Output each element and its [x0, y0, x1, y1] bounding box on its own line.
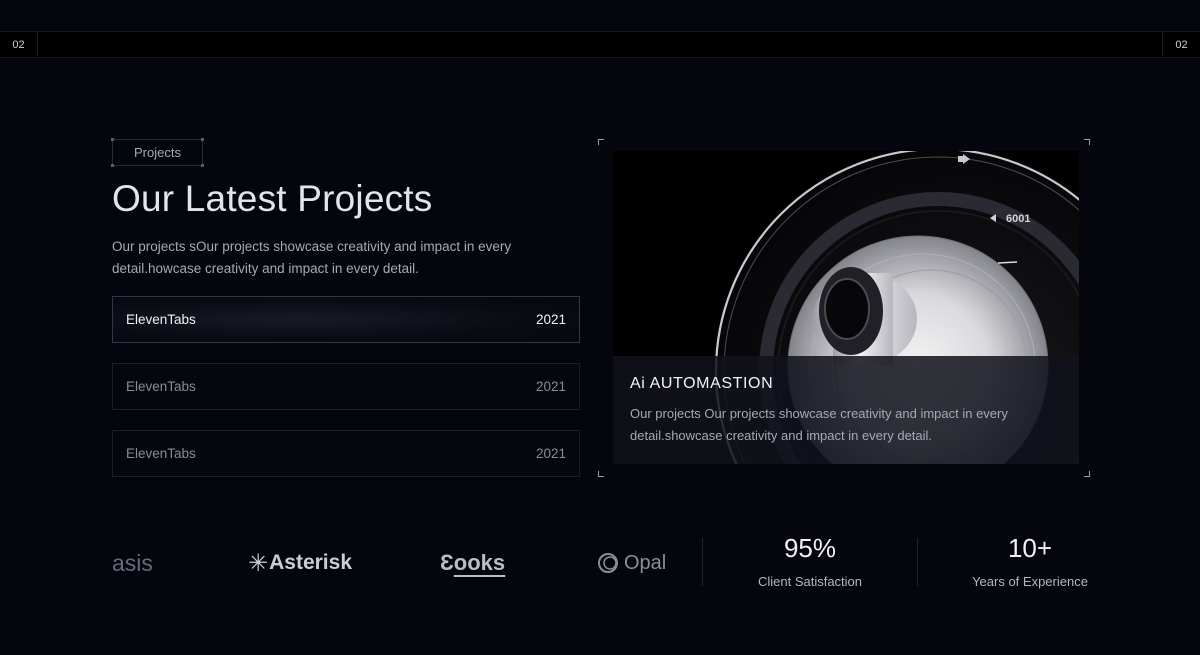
tag-corner: [201, 164, 204, 167]
tag-corner: [111, 164, 114, 167]
stat-client-satisfaction: 95% Client Satisfaction: [710, 533, 910, 589]
card-description: Our projects Our projects showcase creat…: [630, 406, 1008, 443]
stat-value: 95%: [783, 533, 837, 563]
frame-corner: [1084, 471, 1090, 477]
frame-corner: [598, 139, 604, 145]
page-title: Our Latest Projects: [112, 178, 433, 219]
stat-label: Client Satisfaction: [757, 574, 863, 589]
section-number-right: 02: [1162, 32, 1200, 57]
project-year: 2021: [535, 379, 566, 394]
logo-oasis: asis: [112, 548, 153, 578]
section-tag: Projects: [111, 138, 204, 167]
project-name: ElevenTabs: [126, 312, 196, 327]
logo-books-text: ooks: [453, 550, 506, 575]
frame-corner: [598, 471, 604, 477]
dial-label: 6001: [1006, 213, 1030, 225]
stat-value: 10+: [1007, 533, 1053, 563]
stat-label: Years of Experience: [972, 574, 1088, 589]
logo-asterisk-text: Asterisk: [269, 551, 352, 574]
opal-ring-icon: [598, 553, 618, 573]
divider: [702, 538, 703, 586]
project-name: ElevenTabs: [126, 379, 196, 394]
books-icon: Ɛ: [440, 550, 454, 575]
featured-project-card[interactable]: 6001 Ai AUTOMASTION Our projects Our pro…: [613, 151, 1079, 464]
logo-opal-text: Opal: [624, 551, 667, 574]
project-year: 2021: [535, 312, 566, 327]
projects-section: 02 02 Projects Our Latest Projects Our p…: [0, 0, 1200, 655]
project-item-2[interactable]: ElevenTabs 2021: [112, 363, 580, 410]
logo-opal: Opal: [596, 548, 666, 578]
logo-books: Ɛ ooks: [440, 548, 505, 578]
card-caption: Ai AUTOMASTION Our projects Our projects…: [613, 356, 1079, 464]
frame-corner: [1084, 139, 1090, 145]
stat-years-experience: 10+ Years of Experience: [930, 533, 1130, 589]
divider: [917, 538, 918, 586]
tag-corner: [111, 138, 114, 141]
section-tag-label: Projects: [134, 145, 181, 160]
top-strip: 02 02: [0, 31, 1200, 58]
project-name: ElevenTabs: [126, 446, 196, 461]
project-item-1[interactable]: ElevenTabs 2021: [112, 296, 580, 343]
asterisk-icon: ✳: [248, 549, 269, 577]
logo-oasis-text: asis: [112, 549, 153, 576]
tag-corner: [201, 138, 204, 141]
card-title: Ai AUTOMASTION: [630, 375, 774, 392]
logo-asterisk: ✳ Asterisk: [248, 548, 352, 578]
section-description: Our projects sOur projects showcase crea…: [112, 239, 512, 276]
project-item-3[interactable]: ElevenTabs 2021: [112, 430, 580, 477]
section-number-left: 02: [0, 32, 38, 57]
project-year: 2021: [535, 446, 566, 461]
